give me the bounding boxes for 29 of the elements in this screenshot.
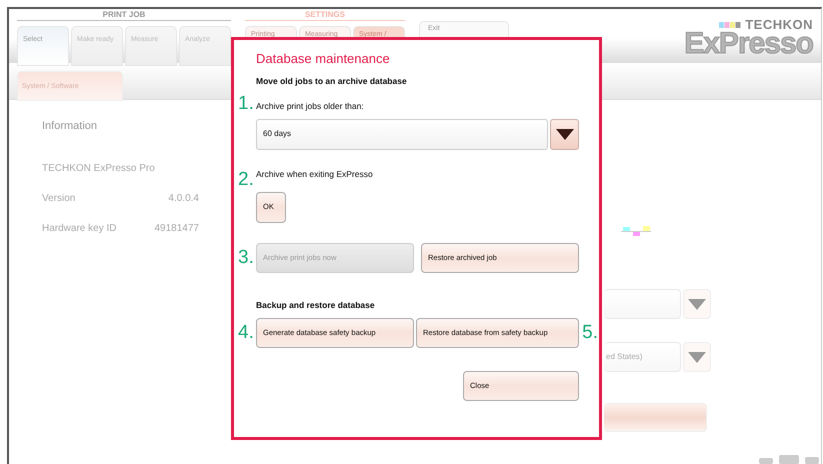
dropdown-button[interactable] bbox=[550, 119, 579, 150]
dropdown-field[interactable]: 60 days bbox=[256, 119, 548, 150]
dropdown-arrow-icon bbox=[688, 352, 706, 362]
field-label: Archive when exiting ExPresso bbox=[256, 168, 374, 181]
logo-product: ExPresso bbox=[684, 31, 813, 57]
dropdown-arrow-icon bbox=[556, 129, 574, 140]
product-name: TECHKON ExPresso Pro bbox=[42, 162, 156, 176]
section-title: Information bbox=[42, 119, 98, 134]
section-heading: Backup and restore database bbox=[256, 298, 376, 312]
step-number: 1. bbox=[238, 94, 254, 114]
logo-brand: TECHKON bbox=[745, 18, 813, 31]
field-label: Archive print jobs older than: bbox=[256, 100, 365, 113]
color-bar-icon bbox=[621, 224, 651, 239]
info-label: Hardware key ID bbox=[42, 222, 116, 236]
info-value: 4.0.0.4 bbox=[168, 192, 199, 206]
info-value: 49181477 bbox=[154, 222, 199, 236]
dialog-title: Database maintenance bbox=[256, 50, 391, 68]
step-number: 3. bbox=[238, 248, 254, 267]
group-title: PRINT JOB bbox=[17, 9, 231, 21]
info-label: Version bbox=[42, 192, 76, 206]
dropdown-field[interactable]: ed States) bbox=[604, 342, 681, 372]
dropdown-arrow-icon bbox=[688, 298, 706, 310]
section-heading: Move old jobs to an archive database bbox=[256, 74, 408, 88]
devices-icon bbox=[759, 454, 821, 464]
color-swatch-icon bbox=[719, 22, 742, 28]
group-title: SETTINGS bbox=[245, 9, 405, 21]
step-number: 4. bbox=[238, 322, 254, 342]
step-number: 5. bbox=[582, 322, 598, 342]
step-number: 2. bbox=[238, 170, 254, 189]
